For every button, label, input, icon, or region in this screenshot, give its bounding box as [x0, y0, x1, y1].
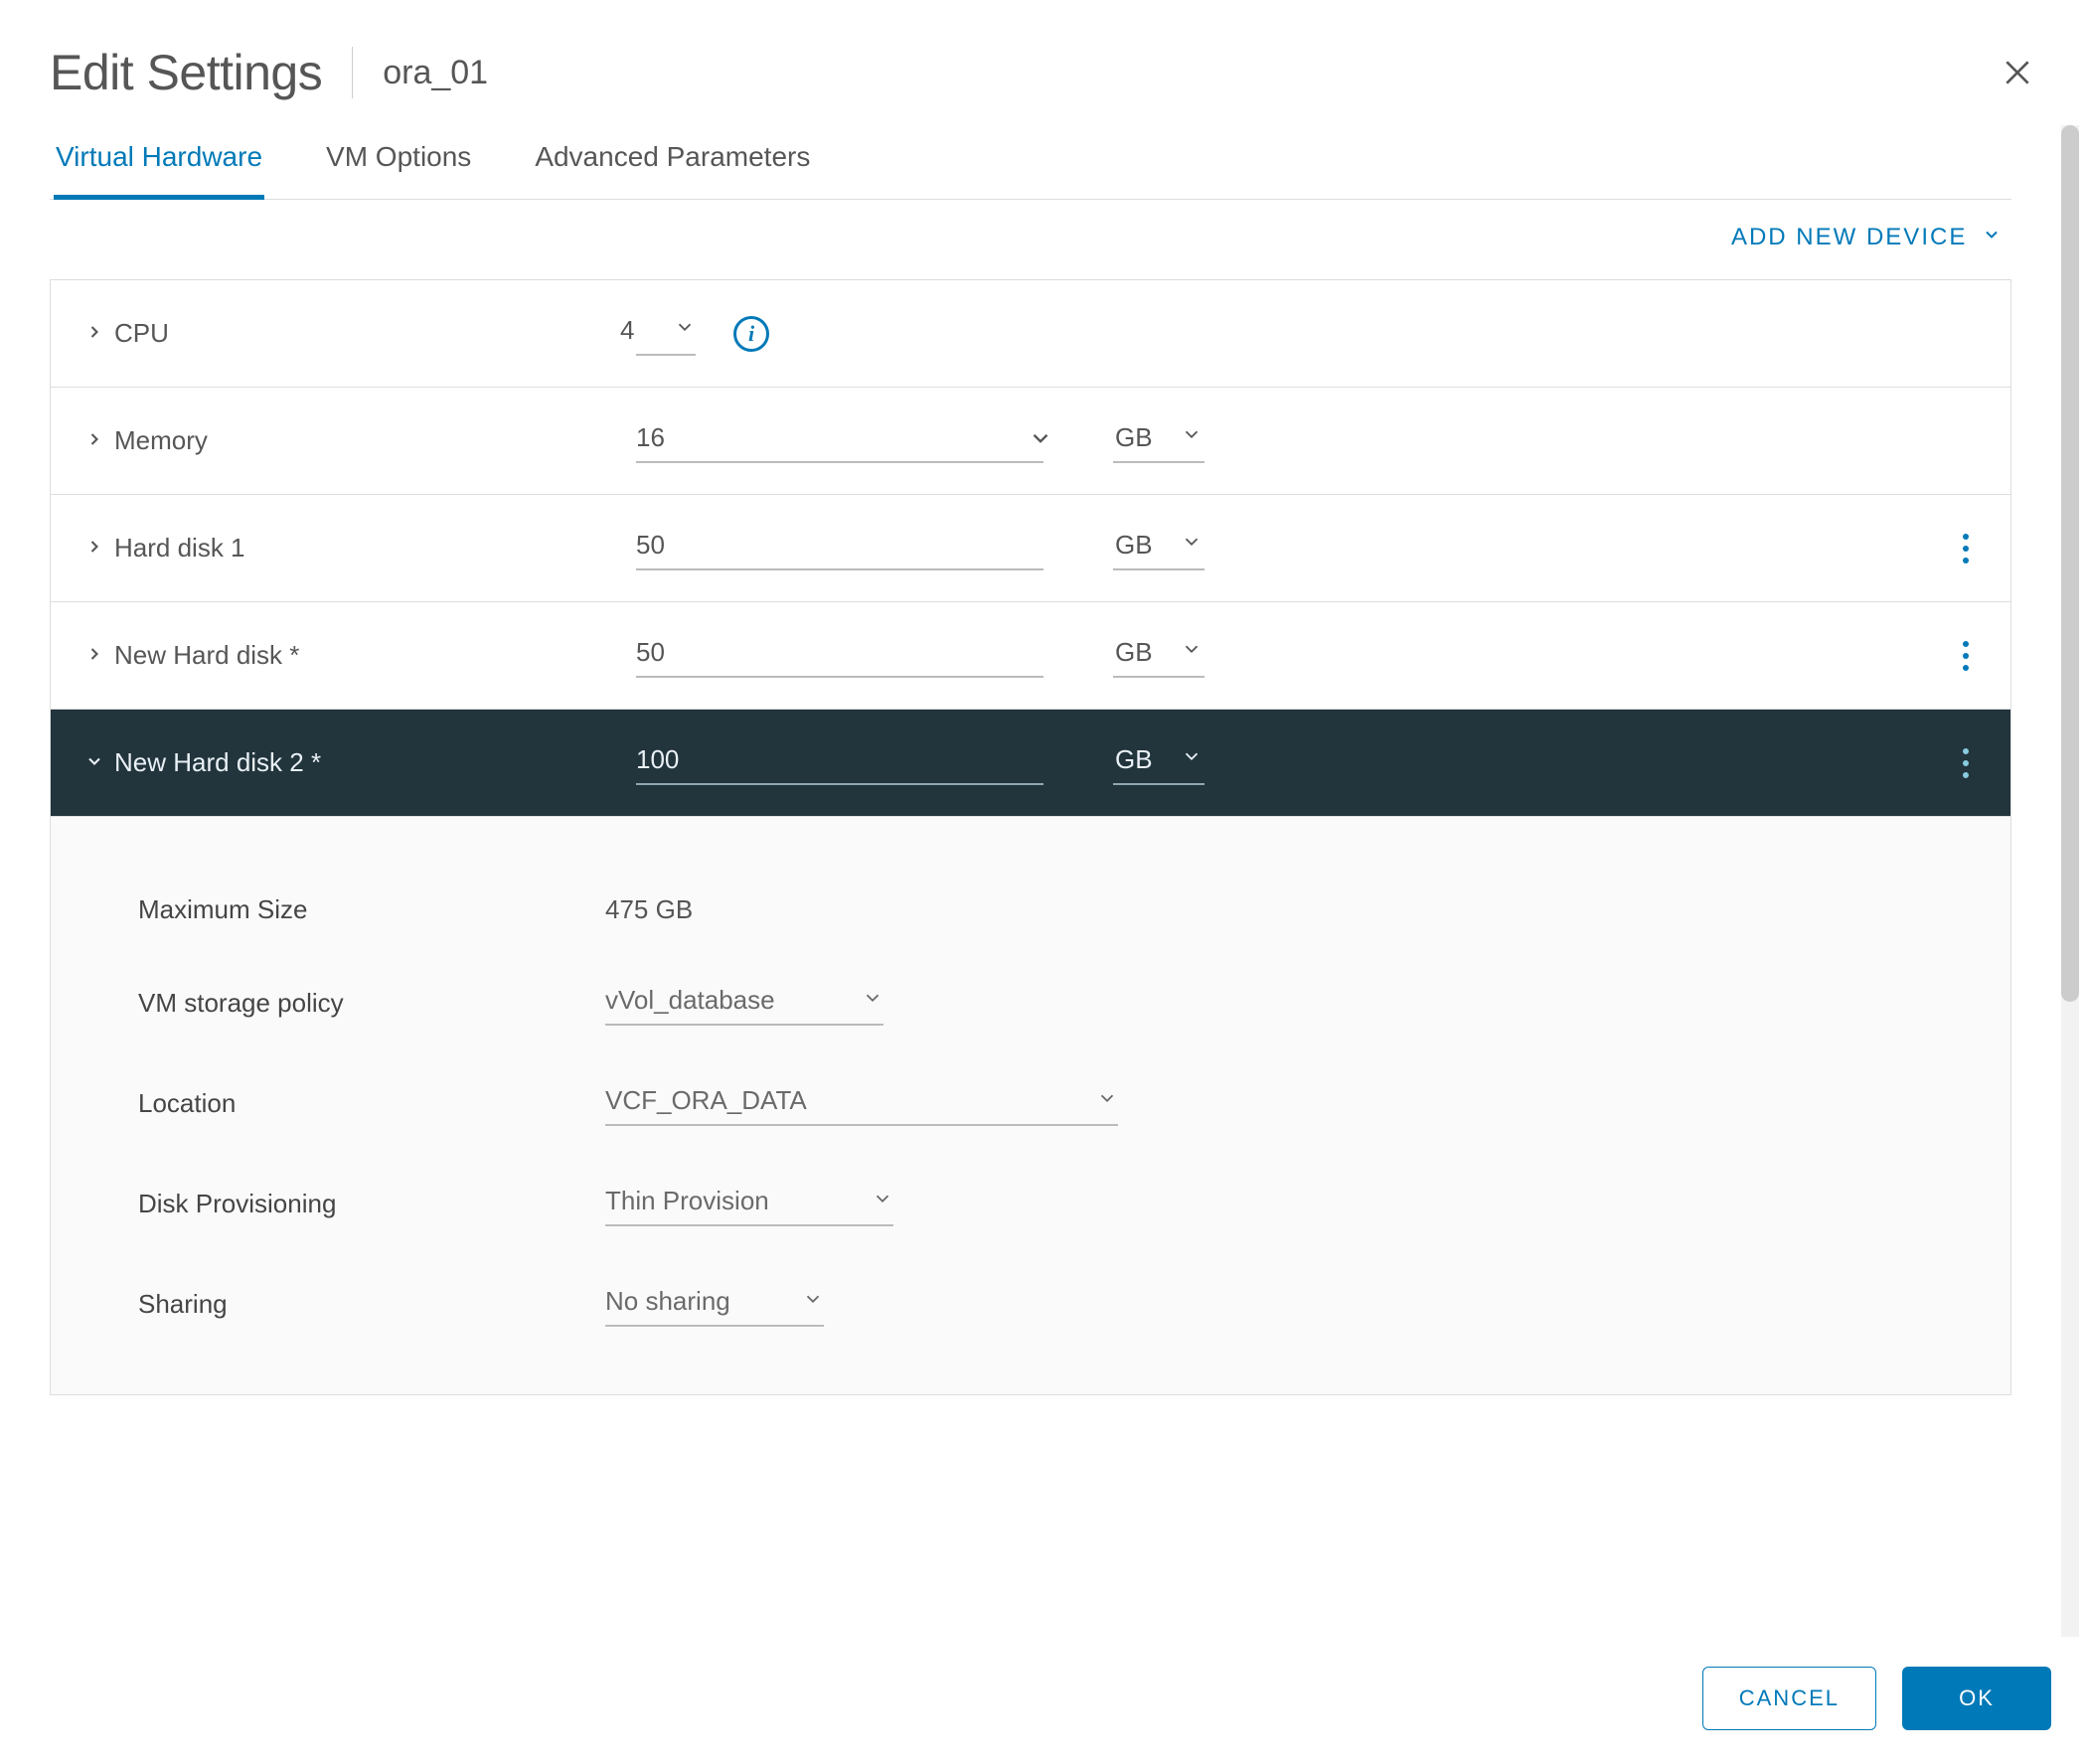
cpu-count-select[interactable]: 4 — [636, 311, 696, 356]
storage-policy-value: vVol_database — [605, 985, 775, 1016]
title-divider — [352, 47, 353, 98]
detail-storage-policy: VM storage policy vVol_database — [51, 953, 2010, 1053]
scroll-wrap: Virtual Hardware VM Options Advanced Par… — [0, 125, 2087, 1637]
memory-value-input[interactable]: 16 — [636, 418, 1044, 463]
chevron-down-icon — [862, 1186, 893, 1216]
cpu-label: CPU — [114, 318, 169, 349]
close-icon — [2002, 57, 2033, 88]
new-hd2-unit-select[interactable]: GB — [1113, 740, 1204, 785]
location-label: Location — [138, 1088, 605, 1119]
hd1-unit: GB — [1115, 530, 1153, 561]
vm-name: ora_01 — [383, 54, 488, 92]
scrollbar-thumb[interactable] — [2061, 125, 2079, 1002]
row-hard-disk-1: Hard disk 1 50 GB — [51, 495, 2010, 602]
hd1-value: 50 — [636, 530, 666, 561]
chevron-down-icon — [1171, 531, 1203, 560]
new-hd1-value: 50 — [636, 637, 666, 668]
row-memory: Memory 16 GB — [51, 388, 2010, 495]
storage-policy-select[interactable]: vVol_database — [605, 981, 883, 1026]
chevron-down-icon — [1171, 423, 1203, 452]
chevron-down-icon — [1026, 423, 1055, 453]
detail-max-size: Maximum Size 475 GB — [51, 867, 2010, 953]
chevron-down-icon — [1982, 224, 2002, 251]
chevron-right-icon[interactable] — [84, 640, 104, 671]
memory-unit: GB — [1115, 422, 1153, 453]
tabs: Virtual Hardware VM Options Advanced Par… — [50, 125, 2011, 200]
detail-disk-provisioning: Disk Provisioning Thin Provision — [51, 1154, 2010, 1254]
chevron-down-icon — [1086, 1085, 1118, 1116]
vertical-scrollbar[interactable] — [2061, 125, 2079, 1637]
memory-unit-select[interactable]: GB — [1113, 418, 1204, 463]
detail-location: Location VCF_ORA_DATA — [51, 1053, 2010, 1154]
new-hd1-unit: GB — [1115, 637, 1153, 668]
ok-button[interactable]: OK — [1902, 1667, 2051, 1730]
tab-virtual-hardware[interactable]: Virtual Hardware — [54, 125, 264, 200]
tab-vm-options[interactable]: VM Options — [324, 125, 473, 200]
cpu-value: 4 — [620, 315, 650, 346]
chevron-down-icon — [664, 316, 696, 345]
tab-advanced-parameters[interactable]: Advanced Parameters — [533, 125, 812, 200]
hd1-unit-select[interactable]: GB — [1113, 526, 1204, 570]
hd1-actions-menu[interactable] — [1941, 495, 1991, 601]
location-value: VCF_ORA_DATA — [605, 1085, 807, 1116]
chevron-right-icon[interactable] — [84, 425, 104, 456]
memory-value: 16 — [636, 422, 666, 453]
chevron-down-icon — [792, 1286, 824, 1317]
chevron-down-icon — [1171, 745, 1203, 774]
detail-sharing: Sharing No sharing — [51, 1254, 2010, 1355]
chevron-right-icon[interactable] — [84, 318, 104, 349]
disk-provisioning-select[interactable]: Thin Provision — [605, 1182, 893, 1226]
hd1-size-input[interactable]: 50 — [636, 526, 1044, 570]
new-hd1-actions-menu[interactable] — [1941, 602, 1991, 709]
content-area: Virtual Hardware VM Options Advanced Par… — [0, 125, 2061, 1637]
hd1-label: Hard disk 1 — [114, 533, 245, 563]
storage-policy-label: VM storage policy — [138, 988, 605, 1019]
chevron-down-icon[interactable] — [84, 747, 104, 778]
sharing-label: Sharing — [138, 1289, 605, 1320]
chevron-right-icon[interactable] — [84, 533, 104, 563]
new-hd1-unit-select[interactable]: GB — [1113, 633, 1204, 678]
new-hd2-value: 100 — [636, 744, 679, 775]
chevron-down-icon — [1171, 638, 1203, 667]
new-hd2-detail-panel: Maximum Size 475 GB VM storage policy vV… — [51, 817, 2010, 1395]
memory-label: Memory — [114, 425, 208, 456]
edit-settings-dialog: Edit Settings ora_01 Virtual Hardware VM… — [0, 0, 2087, 1764]
dialog-header: Edit Settings ora_01 — [0, 0, 2087, 125]
new-hd2-actions-menu[interactable] — [1941, 710, 1991, 816]
chevron-down-icon — [852, 985, 883, 1016]
add-new-device-button[interactable]: ADD NEW DEVICE — [50, 200, 2011, 279]
new-hd2-size-input[interactable]: 100 — [636, 740, 1044, 785]
disk-provisioning-label: Disk Provisioning — [138, 1189, 605, 1219]
max-size-value: 475 GB — [605, 894, 2010, 925]
row-new-hard-disk-1: New Hard disk * 50 GB — [51, 602, 2010, 710]
new-hd1-label: New Hard disk * — [114, 640, 299, 671]
close-button[interactable] — [1998, 53, 2037, 92]
dialog-footer: CANCEL OK — [0, 1637, 2087, 1764]
cancel-button[interactable]: CANCEL — [1702, 1667, 1876, 1730]
row-cpu: CPU 4 i — [51, 280, 2010, 388]
info-icon[interactable]: i — [733, 316, 769, 352]
disk-provisioning-value: Thin Provision — [605, 1186, 769, 1216]
sharing-select[interactable]: No sharing — [605, 1282, 824, 1327]
hardware-list: CPU 4 i — [50, 279, 2011, 1395]
new-hd2-unit: GB — [1115, 744, 1153, 775]
location-select[interactable]: VCF_ORA_DATA — [605, 1081, 1118, 1126]
row-new-hard-disk-2: New Hard disk 2 * 100 GB — [51, 710, 2010, 817]
new-hd2-label: New Hard disk 2 * — [114, 747, 321, 778]
new-hd1-size-input[interactable]: 50 — [636, 633, 1044, 678]
max-size-label: Maximum Size — [138, 894, 605, 925]
dialog-title: Edit Settings — [50, 44, 322, 101]
add-new-device-label: ADD NEW DEVICE — [1731, 224, 1967, 250]
sharing-value: No sharing — [605, 1286, 730, 1317]
